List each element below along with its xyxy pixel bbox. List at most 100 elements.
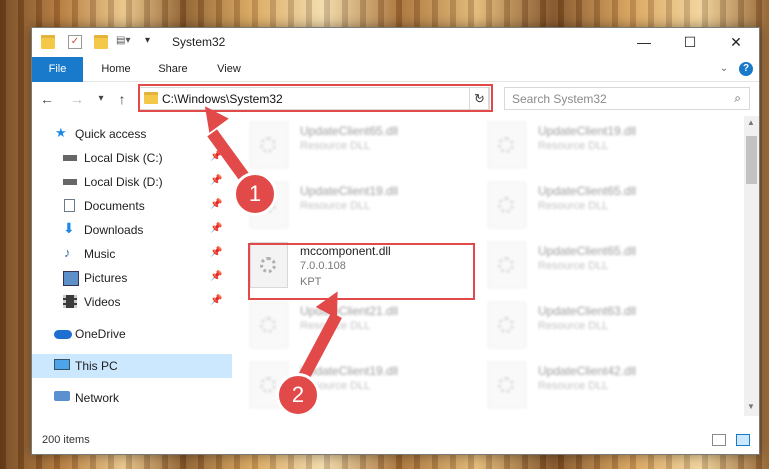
- minimize-button[interactable]: —: [621, 28, 667, 57]
- file-item[interactable]: UpdateClient65.dll Resource DLL: [488, 242, 713, 298]
- cloud-icon: [54, 330, 72, 339]
- expand-ribbon-icon[interactable]: ⌄: [716, 57, 732, 81]
- search-icon: ⌕: [734, 91, 741, 105]
- file-name: UpdateClient65.dll: [538, 184, 637, 198]
- file-item[interactable]: UpdateClient63.dll Resource DLL: [488, 302, 713, 358]
- sidebar-item-label: Local Disk (D:): [84, 175, 163, 189]
- step-badge-1: 1: [233, 172, 277, 216]
- dll-file-icon: [488, 362, 526, 408]
- sidebar-item-label: This PC: [75, 359, 118, 373]
- ribbon-tabs: File Home Share View ⌄ ?: [32, 57, 759, 113]
- step-badge-2: 2: [276, 373, 320, 417]
- file-name: UpdateClient63.dll: [538, 304, 637, 318]
- file-name: UpdateClient19.dll: [300, 184, 399, 198]
- navigation-pane: ★ Quick access Local Disk (C:) 📌 Local D…: [32, 122, 232, 417]
- dll-file-icon: [488, 302, 526, 348]
- search-box[interactable]: Search System32 ⌕: [504, 87, 750, 110]
- scroll-up-icon[interactable]: ▲: [747, 118, 755, 127]
- dll-file-icon: [250, 302, 288, 348]
- sidebar-item-onedrive[interactable]: OneDrive: [32, 322, 232, 346]
- file-name: UpdateClient19.dll: [538, 124, 637, 138]
- sidebar-item-this-pc[interactable]: This PC: [32, 354, 232, 378]
- sidebar-item-videos[interactable]: Videos 📌: [32, 290, 232, 314]
- back-button[interactable]: ←: [38, 90, 56, 108]
- window-title: System32: [172, 35, 226, 49]
- pin-icon[interactable]: 📌: [210, 175, 222, 186]
- pin-icon[interactable]: 📌: [210, 223, 222, 234]
- sidebar-item-documents[interactable]: Documents 📌: [32, 194, 232, 218]
- monitor-icon: [54, 359, 70, 370]
- sidebar-item-label: Music: [84, 247, 116, 261]
- sidebar-item-quick-access[interactable]: ★ Quick access: [32, 122, 232, 146]
- pin-icon[interactable]: 📌: [210, 199, 222, 210]
- star-icon: ★: [55, 125, 67, 140]
- pin-icon[interactable]: 📌: [210, 271, 222, 282]
- file-description: Resource DLL: [300, 140, 371, 152]
- file-description: Resource DLL: [538, 260, 609, 272]
- sidebar-item-local-disk-c[interactable]: Local Disk (C:) 📌: [32, 146, 232, 170]
- file-explorer-window: ✓ ▤▾ ▾ System32 — ☐ ✕ File Home Share Vi…: [31, 27, 760, 455]
- sidebar-item-label: Downloads: [84, 223, 144, 237]
- pin-icon[interactable]: 📌: [210, 247, 222, 258]
- help-icon[interactable]: ?: [739, 62, 753, 76]
- sidebar-item-label: OneDrive: [75, 327, 126, 341]
- scrollbar-thumb[interactable]: [746, 136, 757, 184]
- tab-view[interactable]: View: [209, 57, 249, 81]
- sidebar-item-downloads[interactable]: ⬇ Downloads 📌: [32, 218, 232, 242]
- film-icon: [63, 295, 77, 308]
- properties-check-icon[interactable]: ✓: [68, 35, 82, 49]
- item-count: 200 items: [42, 434, 90, 446]
- file-description: Resource DLL: [538, 140, 609, 152]
- file-name: UpdateClient65.dll: [300, 124, 399, 138]
- picture-icon: [63, 271, 79, 286]
- file-highlight-box: [248, 243, 475, 300]
- file-description: Resource DLL: [300, 200, 371, 212]
- quick-access-toolbar-icon[interactable]: ▤▾: [116, 35, 134, 49]
- sidebar-item-label: Local Disk (C:): [84, 151, 163, 165]
- sidebar-item-pictures[interactable]: Pictures 📌: [32, 266, 232, 290]
- search-placeholder: Search System32: [512, 92, 607, 106]
- dll-file-icon: [488, 182, 526, 228]
- pin-icon[interactable]: 📌: [210, 295, 222, 306]
- document-icon: [64, 199, 75, 212]
- file-item[interactable]: UpdateClient65.dll Resource DLL: [488, 182, 713, 238]
- drive-icon: [63, 155, 77, 161]
- up-button[interactable]: ↑: [113, 90, 131, 108]
- recent-locations-button[interactable]: ▾: [92, 90, 110, 108]
- file-description: Resource DLL: [538, 200, 609, 212]
- file-item[interactable]: UpdateClient19.dll Resource DLL: [250, 182, 475, 238]
- sidebar-item-music[interactable]: ♪ Music 📌: [32, 242, 232, 266]
- tab-home[interactable]: Home: [96, 57, 136, 81]
- scroll-down-icon[interactable]: ▼: [747, 402, 755, 411]
- sidebar-item-local-disk-d[interactable]: Local Disk (D:) 📌: [32, 170, 232, 194]
- download-arrow-icon: ⬇: [63, 220, 75, 236]
- status-bar: 200 items: [32, 428, 759, 454]
- sidebar-item-label: Quick access: [75, 127, 147, 141]
- file-name: UpdateClient65.dll: [538, 244, 637, 258]
- close-button[interactable]: ✕: [713, 28, 759, 57]
- new-folder-icon[interactable]: [94, 35, 108, 49]
- folder-icon: [41, 35, 55, 49]
- sidebar-item-network[interactable]: Network: [32, 386, 232, 410]
- title-bar: ✓ ▤▾ ▾ System32 — ☐ ✕: [32, 28, 759, 57]
- dll-file-icon: [250, 122, 288, 168]
- file-item[interactable]: UpdateClient65.dll Resource DLL: [250, 122, 475, 178]
- sidebar-item-label: Videos: [84, 295, 121, 309]
- details-view-icon[interactable]: [712, 434, 726, 446]
- file-name: UpdateClient42.dll: [538, 364, 637, 378]
- sidebar-item-label: Documents: [84, 199, 145, 213]
- maximize-button[interactable]: ☐: [667, 28, 713, 57]
- address-highlight-box: [138, 84, 493, 112]
- tab-share[interactable]: Share: [153, 57, 193, 81]
- forward-button[interactable]: →: [68, 90, 86, 108]
- file-item[interactable]: UpdateClient21.dll Resource DLL: [250, 302, 475, 358]
- network-icon: [54, 391, 70, 401]
- dll-file-icon: [488, 242, 526, 288]
- customize-dropdown-icon[interactable]: ▾: [145, 35, 159, 49]
- tiles-view-icon[interactable]: [736, 434, 750, 446]
- file-item[interactable]: UpdateClient19.dll Resource DLL: [488, 122, 713, 178]
- vertical-scrollbar[interactable]: ▲ ▼: [744, 116, 759, 416]
- file-description: Resource DLL: [538, 320, 609, 332]
- sidebar-item-label: Pictures: [84, 271, 128, 285]
- file-item[interactable]: UpdateClient42.dll Resource DLL: [488, 362, 713, 416]
